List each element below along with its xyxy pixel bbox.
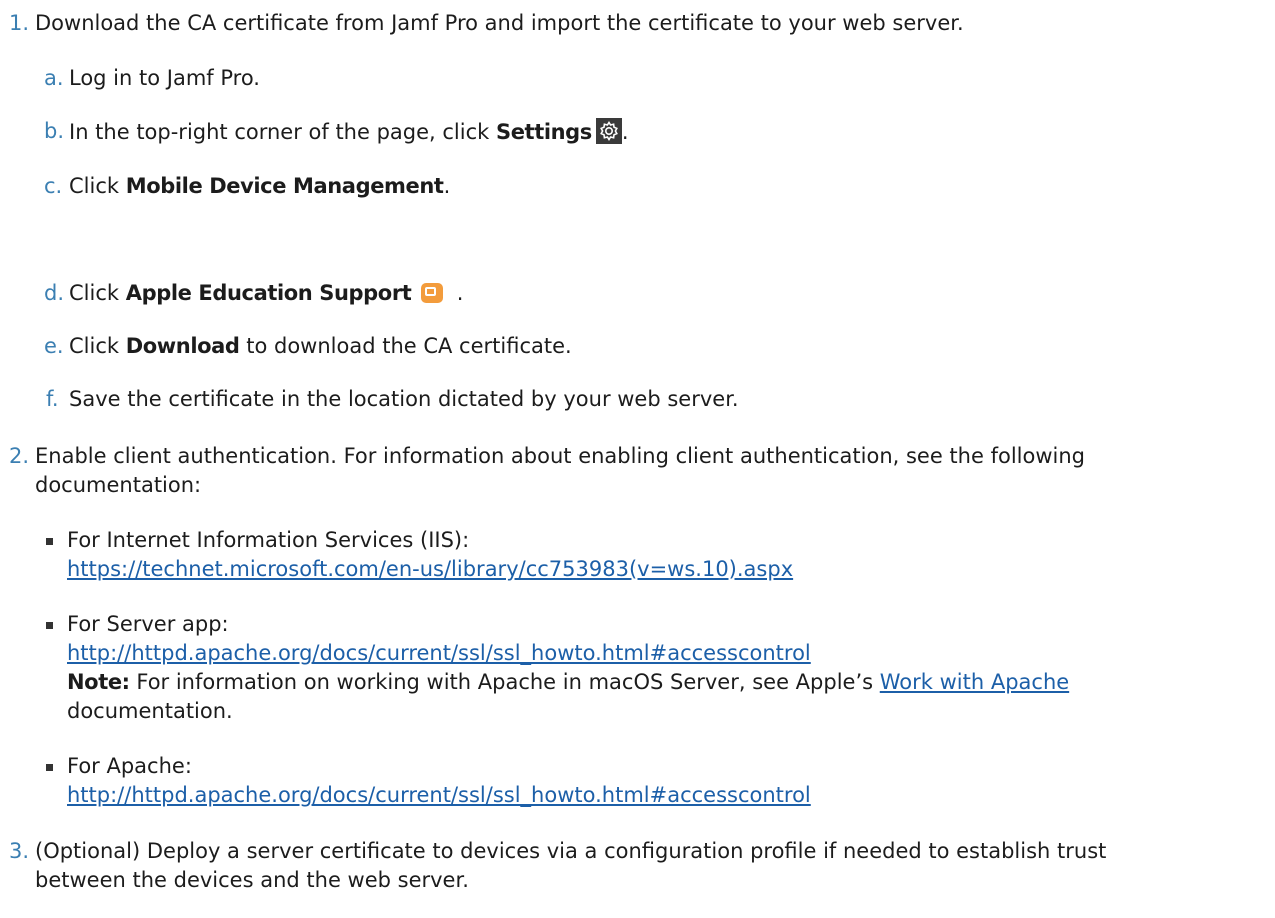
mobile-device-management-label: Mobile Device Management: [125, 174, 444, 198]
step-number: 1.: [9, 11, 30, 35]
apple-education-support-icon: [421, 283, 444, 303]
gear-icon: [595, 118, 622, 144]
substep-text: Click: [69, 281, 126, 305]
work-with-apache-link[interactable]: Work with Apache: [880, 670, 1069, 694]
substep-d-line: Click Apple Education Support .: [69, 280, 463, 306]
bullet-label: For Apache:: [67, 754, 192, 778]
substep-e-line: Click Download to download the CA certif…: [69, 333, 572, 359]
step-text: between the devices and the web server.: [35, 868, 469, 892]
step-number: 3.: [9, 839, 30, 863]
bullet-marker: [46, 622, 53, 629]
bullet-label: For Internet Information Services (IIS):: [67, 528, 470, 552]
step-text: Download the CA certificate from Jamf Pr…: [35, 11, 964, 35]
substep-after: .: [443, 174, 451, 198]
substep-text: In the top-right corner of the page, cli…: [69, 120, 496, 144]
substep-letter: e.: [44, 334, 64, 358]
bullet-label: For Server app:: [67, 612, 229, 636]
note-label: Note:: [67, 670, 130, 694]
substep-text: Click: [69, 334, 126, 358]
settings-label: Settings: [495, 120, 592, 144]
iis-doc-link[interactable]: https://technet.microsoft.com/en-us/libr…: [67, 556, 793, 582]
apache-doc-link[interactable]: http://httpd.apache.org/docs/current/ssl…: [67, 782, 811, 808]
substep-b-line: In the top-right corner of the page, cli…: [69, 118, 629, 145]
note-line: Note: For information on working with Ap…: [67, 669, 1069, 695]
substep-after: .: [456, 281, 464, 305]
substep-text: Save the certificate in the location dic…: [69, 387, 739, 411]
substep-letter: f.: [46, 387, 59, 411]
substep-text: Click: [69, 174, 126, 198]
step-text: documentation:: [35, 473, 202, 497]
bullet-marker: [46, 538, 53, 545]
step-text: (Optional) Deploy a server certificate t…: [35, 839, 1107, 863]
note-text: documentation.: [67, 699, 233, 723]
substep-after: .: [621, 120, 629, 144]
substep-letter: c.: [44, 174, 63, 198]
bullet-marker: [46, 764, 53, 771]
note-text: For information on working with Apache i…: [129, 670, 880, 694]
server-app-doc-link[interactable]: http://httpd.apache.org/docs/current/ssl…: [67, 640, 811, 666]
download-label: Download: [125, 334, 240, 358]
substep-letter: d.: [44, 281, 65, 305]
substep-after: to download the CA certificate.: [239, 334, 572, 358]
apple-education-support-label: Apple Education Support: [125, 281, 412, 305]
step-text: Enable client authentication. For inform…: [35, 444, 1085, 468]
step-number: 2.: [9, 444, 30, 468]
substep-c-line: Click Mobile Device Management.: [69, 173, 450, 199]
substep-letter: b.: [44, 119, 65, 143]
substep-text: Log in to Jamf Pro.: [69, 66, 260, 90]
substep-letter: a.: [44, 66, 64, 90]
